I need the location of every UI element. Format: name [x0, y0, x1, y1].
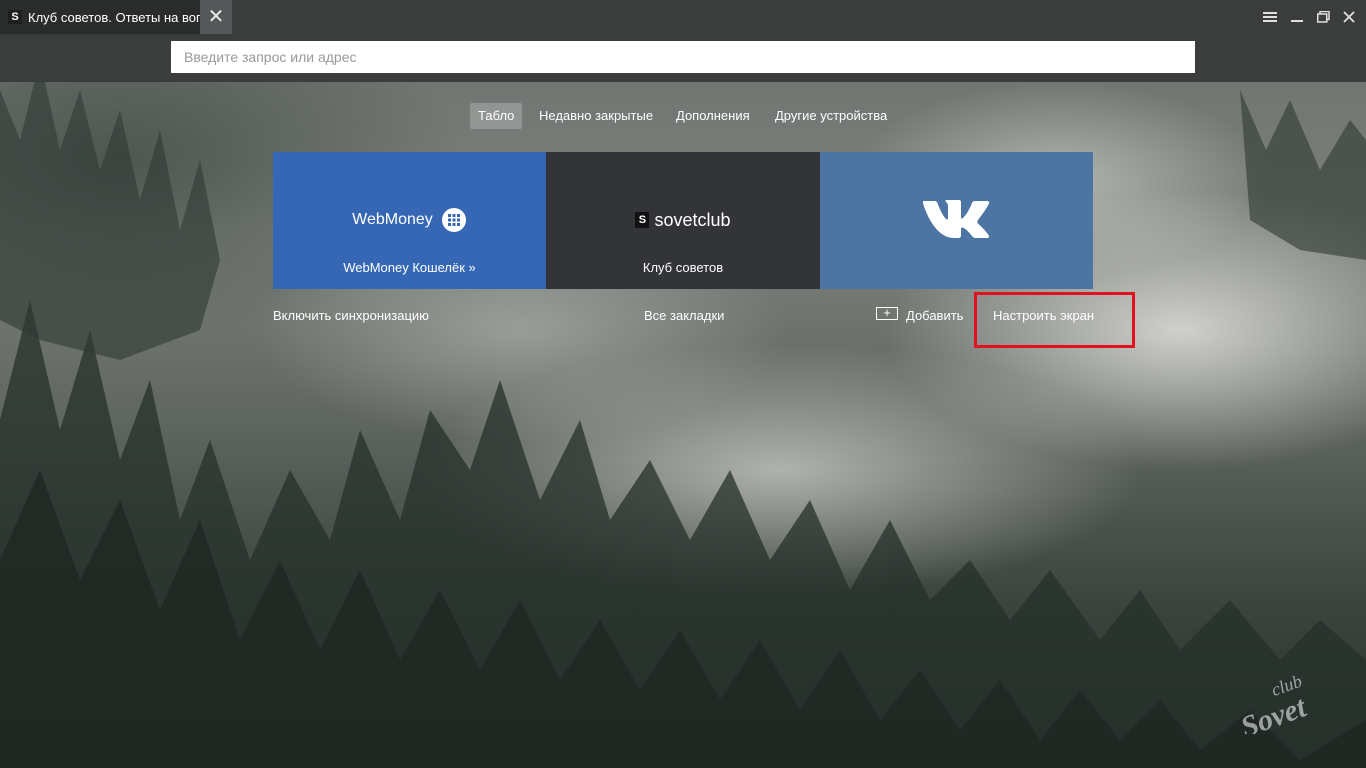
minimize-button[interactable]: [1286, 6, 1308, 28]
tile-caption: Клуб советов: [642, 260, 724, 275]
close-icon: [1343, 11, 1355, 23]
webmoney-logo-text: WebMoney: [352, 211, 433, 228]
sovetclub-logo: S sovetclub: [546, 204, 820, 236]
browser-toolbar: S Клуб советов. Ответы на вопросы ✕: [0, 0, 1366, 82]
annotation-highlight-box: [974, 292, 1135, 348]
vk-logo: [820, 198, 1093, 240]
sovetclub-logo-text: sovetclub: [654, 209, 731, 230]
tile-caption: WebMoney Кошелёк »: [343, 260, 476, 275]
all-bookmarks-link[interactable]: Все закладки: [644, 308, 724, 323]
tile-webmoney[interactable]: WebMoney WebMoney Кошелёк »: [273, 152, 546, 289]
close-icon: ✕: [207, 6, 225, 28]
menu-icon: [1263, 12, 1277, 22]
address-bar[interactable]: [171, 41, 1195, 73]
minimize-icon: [1291, 20, 1303, 22]
browser-tab[interactable]: S Клуб советов. Ответы на вопросы: [0, 0, 200, 34]
tile-vk[interactable]: [820, 152, 1093, 289]
tab-close-button[interactable]: ✕: [200, 0, 232, 34]
tile-sovetclub[interactable]: S sovetclub Клуб советов: [546, 152, 820, 289]
webmoney-globe-icon: [441, 208, 466, 232]
tab-recently-closed[interactable]: Недавно закрытые: [531, 103, 661, 129]
restore-button[interactable]: [1312, 6, 1334, 28]
newtab-nav: Табло Недавно закрытые Дополнения Другие…: [0, 103, 1366, 129]
restore-icon: [1316, 11, 1330, 23]
tab-extensions[interactable]: Дополнения: [668, 103, 758, 129]
add-tile-link[interactable]: Добавить: [906, 308, 963, 323]
plus-icon[interactable]: +: [876, 306, 898, 320]
tab-favicon: S: [8, 10, 22, 24]
window-close-button[interactable]: [1338, 6, 1360, 28]
tab-tablo[interactable]: Табло: [470, 103, 523, 129]
tab-other-devices[interactable]: Другие устройства: [767, 103, 895, 129]
menu-button[interactable]: [1259, 6, 1281, 28]
tab-title: Клуб советов. Ответы на вопросы: [28, 9, 200, 25]
webmoney-logo: WebMoney: [273, 204, 546, 236]
sovet-club-watermark: club Sovet: [1236, 671, 1311, 734]
vk-logo-icon: [922, 200, 989, 238]
enable-sync-link[interactable]: Включить синхронизацию: [273, 308, 429, 323]
sovetclub-badge-icon: S: [635, 212, 650, 228]
